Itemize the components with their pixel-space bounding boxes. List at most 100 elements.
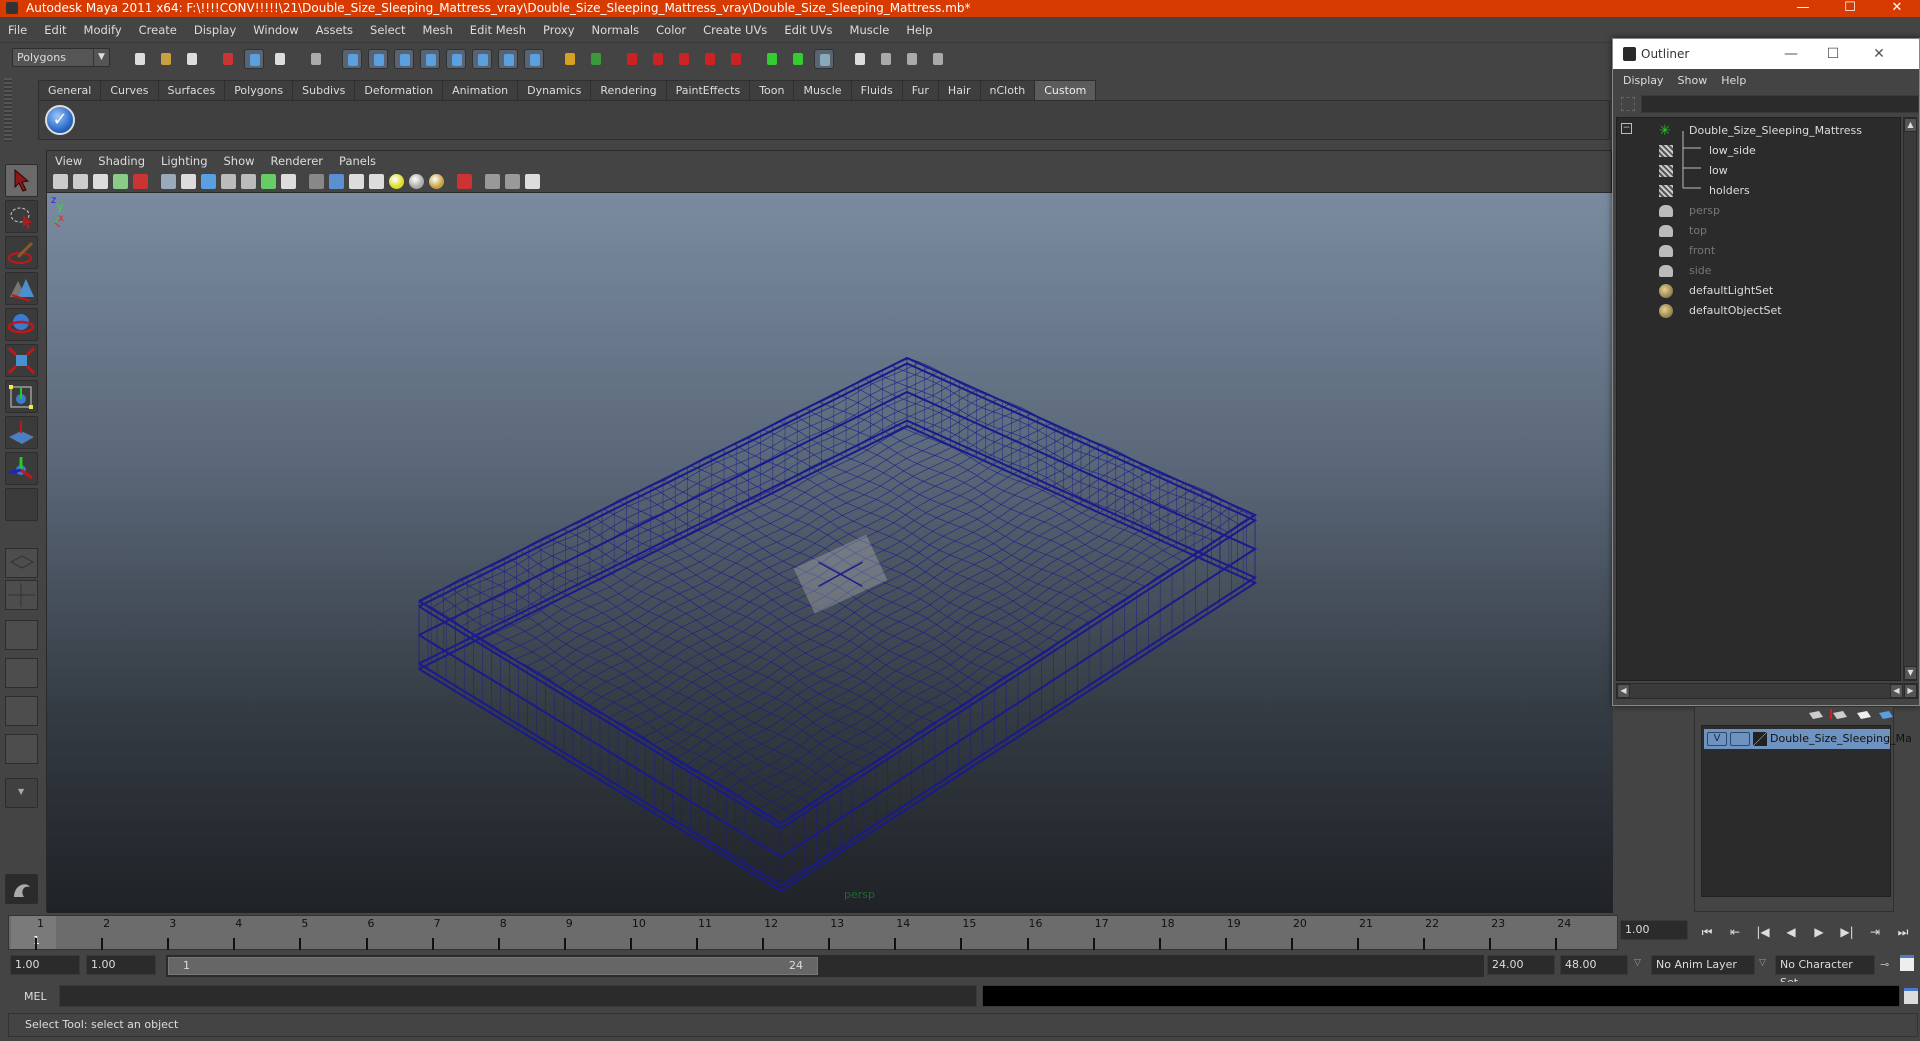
- panel-menu-panels[interactable]: Panels: [339, 154, 376, 168]
- ipr-render-icon[interactable]: [902, 49, 922, 69]
- scale-tool-button[interactable]: [5, 344, 38, 377]
- shelf-tab-hair[interactable]: Hair: [937, 80, 981, 100]
- select-by-hierarchy-icon[interactable]: [218, 49, 238, 69]
- shelf-tab-muscle[interactable]: Muscle: [793, 80, 852, 100]
- rotate-tool-button[interactable]: [5, 308, 38, 341]
- shelf-tab-toon[interactable]: Toon: [749, 80, 795, 100]
- field-chart-icon[interactable]: [241, 174, 256, 189]
- select-surfaces-icon[interactable]: [420, 49, 440, 69]
- menu-file[interactable]: File: [8, 23, 27, 37]
- shelf-tab-general[interactable]: General: [38, 80, 102, 100]
- render-settings-icon[interactable]: [928, 49, 948, 69]
- menu-select[interactable]: Select: [370, 23, 405, 37]
- select-rendering-icon[interactable]: [498, 49, 518, 69]
- gate-mask-icon[interactable]: [221, 174, 236, 189]
- panel-menu-view[interactable]: View: [55, 154, 82, 168]
- textured-icon[interactable]: [369, 174, 384, 189]
- shadows-icon[interactable]: [409, 174, 424, 189]
- persp-graph-hypergraph-layout-button[interactable]: [5, 734, 38, 764]
- show-manipulator-button[interactable]: [5, 452, 38, 485]
- shelf-tab-rendering[interactable]: Rendering: [590, 80, 667, 100]
- outliner-item[interactable]: front: [1617, 241, 1897, 261]
- outliner-item[interactable]: defaultObjectSet: [1617, 301, 1897, 321]
- outliner-minimize-button[interactable]: —: [1771, 39, 1811, 69]
- step-forward-frame-button[interactable]: ▶|: [1838, 925, 1856, 941]
- menu-display[interactable]: Display: [194, 23, 236, 37]
- outliner-horizontal-scrollbar[interactable]: ◀ ◀ ▶: [1616, 683, 1918, 699]
- filter-icon[interactable]: [1621, 97, 1635, 111]
- panel-menu-shading[interactable]: Shading: [98, 154, 145, 168]
- outliner-item[interactable]: low: [1617, 161, 1897, 181]
- output-ops-icon[interactable]: [788, 49, 808, 69]
- range-slider[interactable]: 1 24: [166, 955, 1484, 977]
- resolution-gate-icon[interactable]: [201, 174, 216, 189]
- time-slider[interactable]: 1 12345678910111213141516171819202122232…: [8, 915, 1618, 950]
- highlight-selection-icon[interactable]: [586, 49, 606, 69]
- share-icon[interactable]: [525, 174, 540, 189]
- xray-joints-icon[interactable]: [505, 174, 520, 189]
- shelf-tab-subdivs[interactable]: Subdivs: [292, 80, 356, 100]
- soft-mod-tool-button[interactable]: [5, 416, 38, 449]
- open-scene-icon[interactable]: [156, 49, 176, 69]
- shelf-tab-deformation[interactable]: Deformation: [354, 80, 444, 100]
- shelf-tab-ncloth[interactable]: nCloth: [979, 80, 1036, 100]
- step-back-frame-button[interactable]: |◀: [1754, 925, 1772, 941]
- select-dynamics-icon[interactable]: [472, 49, 492, 69]
- persp-graph-layout-button[interactable]: [5, 658, 38, 688]
- outliner-item[interactable]: holders: [1617, 181, 1897, 201]
- menu-create-uvs[interactable]: Create UVs: [703, 23, 767, 37]
- select-tool-button[interactable]: [5, 164, 38, 197]
- outliner-menu-show[interactable]: Show: [1678, 74, 1708, 87]
- image-plane-icon[interactable]: [113, 174, 128, 189]
- scroll-right-icon[interactable]: ▶: [1904, 684, 1917, 698]
- step-back-key-button[interactable]: ⇤: [1726, 925, 1744, 941]
- panel-menu-lighting[interactable]: Lighting: [161, 154, 207, 168]
- menu-color[interactable]: Color: [656, 23, 686, 37]
- outliner-persp-layout-button[interactable]: [5, 620, 38, 650]
- outliner-item[interactable]: persp: [1617, 201, 1897, 221]
- outliner-menu-help[interactable]: Help: [1721, 74, 1746, 87]
- bookmarks-icon[interactable]: [93, 174, 108, 189]
- anim-layer-field[interactable]: No Anim Layer: [1651, 955, 1755, 975]
- camera-attributes-icon[interactable]: [73, 174, 88, 189]
- menu-create[interactable]: Create: [139, 23, 177, 37]
- menu-normals[interactable]: Normals: [592, 23, 640, 37]
- layer-color-swatch[interactable]: [1753, 732, 1767, 746]
- end-time-field[interactable]: 48.00: [1560, 955, 1628, 975]
- menu-help[interactable]: Help: [906, 23, 932, 37]
- playback-start-field[interactable]: 1.00: [86, 955, 156, 975]
- menu-window[interactable]: Window: [253, 23, 298, 37]
- make-live-icon[interactable]: [726, 49, 746, 69]
- high-quality-icon[interactable]: [429, 174, 444, 189]
- key-icon[interactable]: ⊸: [1880, 958, 1889, 971]
- layout-more-button[interactable]: ▼: [5, 778, 38, 808]
- isolate-select-icon[interactable]: [457, 174, 472, 189]
- maya-logo-button[interactable]: [5, 874, 38, 904]
- outliner-item[interactable]: side: [1617, 261, 1897, 281]
- last-used-tool-button[interactable]: [5, 488, 38, 521]
- lock-selection-icon[interactable]: [560, 49, 580, 69]
- new-scene-icon[interactable]: [130, 49, 150, 69]
- smooth-shade-icon[interactable]: [329, 174, 344, 189]
- perspective-viewport[interactable]: z y x persp: [47, 193, 1613, 913]
- menu-edit-uvs[interactable]: Edit UVs: [784, 23, 832, 37]
- outliner-vertical-scrollbar[interactable]: ▲ ▼: [1903, 117, 1917, 681]
- shelf-tab-animation[interactable]: Animation: [442, 80, 519, 100]
- construction-history-icon[interactable]: [814, 49, 834, 69]
- start-time-field[interactable]: 1.00: [10, 955, 80, 975]
- menu-mesh[interactable]: Mesh: [423, 23, 453, 37]
- single-perspective-layout-button[interactable]: [5, 548, 38, 578]
- outliner-menu-display[interactable]: Display: [1623, 74, 1664, 87]
- panel-menu-show[interactable]: Show: [224, 154, 255, 168]
- outliner-item[interactable]: low_side: [1617, 141, 1897, 161]
- select-by-object-icon[interactable]: [244, 49, 264, 69]
- shelf-tab-painteffects[interactable]: PaintEffects: [665, 80, 751, 100]
- outliner-filter-input[interactable]: [1641, 95, 1919, 113]
- play-backwards-button[interactable]: ◀: [1782, 925, 1800, 941]
- close-button[interactable]: ✕: [1874, 0, 1920, 17]
- play-forwards-button[interactable]: ▶: [1810, 925, 1828, 941]
- universal-manipulator-button[interactable]: [5, 380, 38, 413]
- lasso-tool-button[interactable]: [5, 200, 38, 233]
- menu-edit[interactable]: Edit: [44, 23, 66, 37]
- film-gate-icon[interactable]: [181, 174, 196, 189]
